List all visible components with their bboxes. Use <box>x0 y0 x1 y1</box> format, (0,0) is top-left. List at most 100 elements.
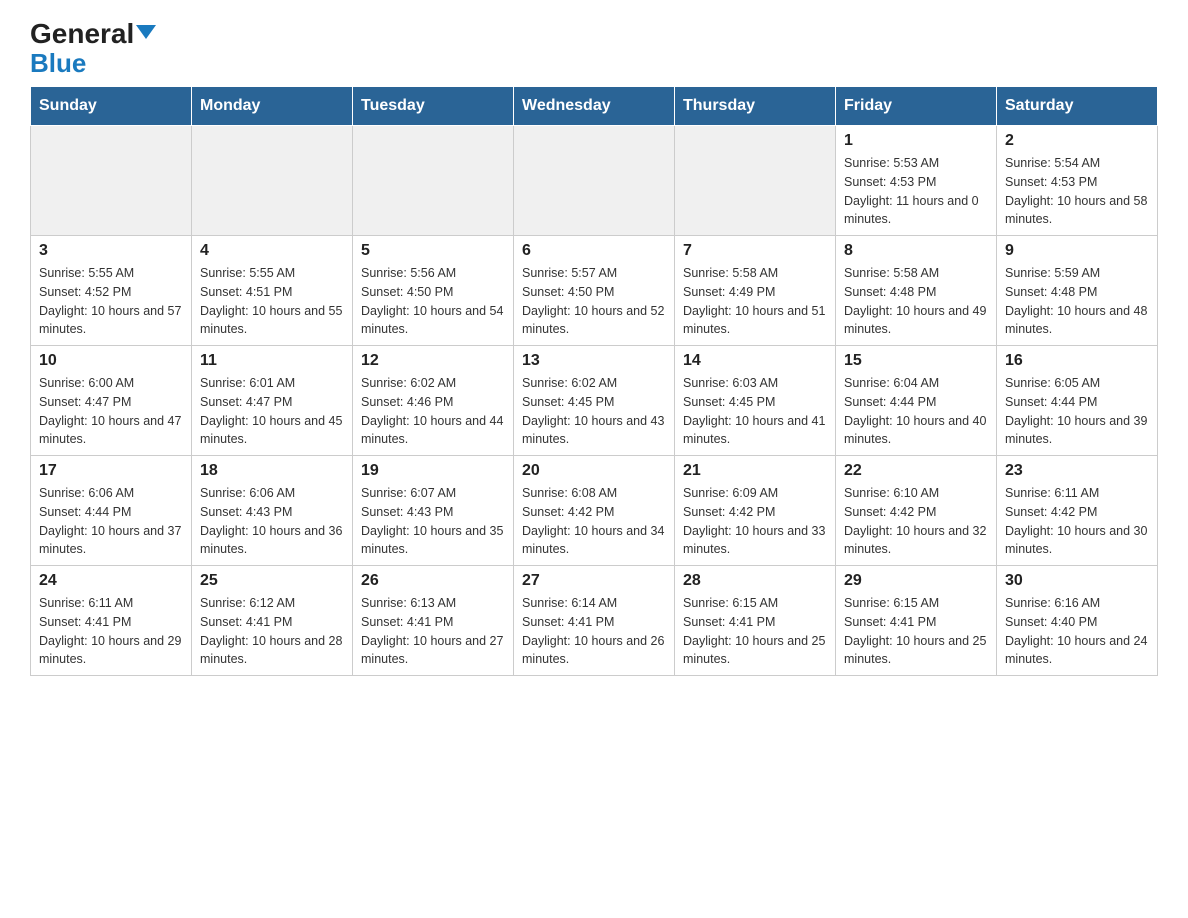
calendar-cell: 21 Sunrise: 6:09 AM Sunset: 4:42 PM Dayli… <box>675 456 836 566</box>
calendar-cell: 28 Sunrise: 6:15 AM Sunset: 4:41 PM Dayli… <box>675 566 836 676</box>
day-number: 30 <box>1005 572 1149 590</box>
calendar-cell: 8 Sunrise: 5:58 AM Sunset: 4:48 PM Daylig… <box>836 236 997 346</box>
header-saturday: Saturday <box>997 87 1158 126</box>
header-tuesday: Tuesday <box>353 87 514 126</box>
week-row-3: 10 Sunrise: 6:00 AM Sunset: 4:47 PM Dayli… <box>31 346 1158 456</box>
page-header: General Blue <box>30 20 1158 76</box>
logo-blue: Blue <box>30 50 86 76</box>
day-info: Sunrise: 5:58 AM Sunset: 4:48 PM Dayligh… <box>844 264 988 339</box>
day-info: Sunrise: 5:56 AM Sunset: 4:50 PM Dayligh… <box>361 264 505 339</box>
calendar-cell: 12 Sunrise: 6:02 AM Sunset: 4:46 PM Dayli… <box>353 346 514 456</box>
calendar-cell: 18Sunrise: 6:06 AM Sunset: 4:43 PM Dayli… <box>192 456 353 566</box>
day-info: Sunrise: 6:10 AM Sunset: 4:42 PM Dayligh… <box>844 484 988 559</box>
calendar-cell: 6 Sunrise: 5:57 AM Sunset: 4:50 PM Daylig… <box>514 236 675 346</box>
day-info: Sunrise: 5:54 AM Sunset: 4:53 PM Dayligh… <box>1005 154 1149 229</box>
day-info: Sunrise: 6:03 AM Sunset: 4:45 PM Dayligh… <box>683 374 827 449</box>
calendar-cell: 16 Sunrise: 6:05 AM Sunset: 4:44 PM Dayli… <box>997 346 1158 456</box>
calendar-cell: 1Sunrise: 5:53 AM Sunset: 4:53 PM Daylig… <box>836 126 997 236</box>
header-monday: Monday <box>192 87 353 126</box>
day-number: 9 <box>1005 242 1149 260</box>
day-number: 23 <box>1005 462 1149 480</box>
calendar-cell: 13 Sunrise: 6:02 AM Sunset: 4:45 PM Dayli… <box>514 346 675 456</box>
day-number: 19 <box>361 462 505 480</box>
calendar-cell: 11 Sunrise: 6:01 AM Sunset: 4:47 PM Dayli… <box>192 346 353 456</box>
day-number: 13 <box>522 352 666 370</box>
logo-triangle-icon <box>136 25 156 39</box>
calendar-cell: 19Sunrise: 6:07 AM Sunset: 4:43 PM Dayli… <box>353 456 514 566</box>
header-friday: Friday <box>836 87 997 126</box>
day-info: Sunrise: 6:15 AM Sunset: 4:41 PM Dayligh… <box>683 594 827 669</box>
weekday-header-row: SundayMondayTuesdayWednesdayThursdayFrid… <box>31 87 1158 126</box>
logo-general: General <box>30 20 156 48</box>
day-number: 15 <box>844 352 988 370</box>
day-info: Sunrise: 6:01 AM Sunset: 4:47 PM Dayligh… <box>200 374 344 449</box>
calendar-cell <box>514 126 675 236</box>
logo: General Blue <box>30 20 156 76</box>
calendar-cell: 15 Sunrise: 6:04 AM Sunset: 4:44 PM Dayli… <box>836 346 997 456</box>
calendar-cell: 26Sunrise: 6:13 AM Sunset: 4:41 PM Dayli… <box>353 566 514 676</box>
day-number: 12 <box>361 352 505 370</box>
week-row-2: 3 Sunrise: 5:55 AM Sunset: 4:52 PM Daylig… <box>31 236 1158 346</box>
day-number: 25 <box>200 572 344 590</box>
calendar-cell: 27 Sunrise: 6:14 AM Sunset: 4:41 PM Dayli… <box>514 566 675 676</box>
day-info: Sunrise: 6:02 AM Sunset: 4:46 PM Dayligh… <box>361 374 505 449</box>
header-wednesday: Wednesday <box>514 87 675 126</box>
calendar-cell: 30 Sunrise: 6:16 AM Sunset: 4:40 PM Dayli… <box>997 566 1158 676</box>
day-number: 2 <box>1005 132 1149 150</box>
day-number: 8 <box>844 242 988 260</box>
day-number: 5 <box>361 242 505 260</box>
day-info: Sunrise: 5:58 AM Sunset: 4:49 PM Dayligh… <box>683 264 827 339</box>
day-number: 1 <box>844 132 988 150</box>
calendar-cell: 10 Sunrise: 6:00 AM Sunset: 4:47 PM Dayli… <box>31 346 192 456</box>
day-info: Sunrise: 6:00 AM Sunset: 4:47 PM Dayligh… <box>39 374 183 449</box>
calendar-cell: 3 Sunrise: 5:55 AM Sunset: 4:52 PM Daylig… <box>31 236 192 346</box>
header-sunday: Sunday <box>31 87 192 126</box>
day-info: Sunrise: 6:06 AM Sunset: 4:43 PM Dayligh… <box>200 484 344 559</box>
day-number: 29 <box>844 572 988 590</box>
calendar-cell: 14Sunrise: 6:03 AM Sunset: 4:45 PM Dayli… <box>675 346 836 456</box>
day-number: 7 <box>683 242 827 260</box>
week-row-1: 1Sunrise: 5:53 AM Sunset: 4:53 PM Daylig… <box>31 126 1158 236</box>
week-row-4: 17 Sunrise: 6:06 AM Sunset: 4:44 PM Dayli… <box>31 456 1158 566</box>
calendar-cell: 9 Sunrise: 5:59 AM Sunset: 4:48 PM Daylig… <box>997 236 1158 346</box>
day-info: Sunrise: 6:13 AM Sunset: 4:41 PM Dayligh… <box>361 594 505 669</box>
calendar-cell: 2 Sunrise: 5:54 AM Sunset: 4:53 PM Daylig… <box>997 126 1158 236</box>
day-info: Sunrise: 6:12 AM Sunset: 4:41 PM Dayligh… <box>200 594 344 669</box>
day-number: 24 <box>39 572 183 590</box>
day-info: Sunrise: 5:55 AM Sunset: 4:51 PM Dayligh… <box>200 264 344 339</box>
day-number: 10 <box>39 352 183 370</box>
day-number: 16 <box>1005 352 1149 370</box>
day-number: 21 <box>683 462 827 480</box>
calendar-cell: 20 Sunrise: 6:08 AM Sunset: 4:42 PM Dayli… <box>514 456 675 566</box>
day-info: Sunrise: 6:06 AM Sunset: 4:44 PM Dayligh… <box>39 484 183 559</box>
calendar-cell <box>31 126 192 236</box>
day-number: 3 <box>39 242 183 260</box>
day-info: Sunrise: 6:11 AM Sunset: 4:41 PM Dayligh… <box>39 594 183 669</box>
day-info: Sunrise: 5:59 AM Sunset: 4:48 PM Dayligh… <box>1005 264 1149 339</box>
day-number: 20 <box>522 462 666 480</box>
day-info: Sunrise: 6:02 AM Sunset: 4:45 PM Dayligh… <box>522 374 666 449</box>
day-number: 28 <box>683 572 827 590</box>
day-info: Sunrise: 6:11 AM Sunset: 4:42 PM Dayligh… <box>1005 484 1149 559</box>
day-info: Sunrise: 6:16 AM Sunset: 4:40 PM Dayligh… <box>1005 594 1149 669</box>
day-info: Sunrise: 6:14 AM Sunset: 4:41 PM Dayligh… <box>522 594 666 669</box>
calendar-cell: 24 Sunrise: 6:11 AM Sunset: 4:41 PM Dayli… <box>31 566 192 676</box>
calendar-cell: 29Sunrise: 6:15 AM Sunset: 4:41 PM Dayli… <box>836 566 997 676</box>
day-number: 27 <box>522 572 666 590</box>
week-row-5: 24 Sunrise: 6:11 AM Sunset: 4:41 PM Dayli… <box>31 566 1158 676</box>
day-info: Sunrise: 6:09 AM Sunset: 4:42 PM Dayligh… <box>683 484 827 559</box>
day-number: 22 <box>844 462 988 480</box>
calendar-cell: 5 Sunrise: 5:56 AM Sunset: 4:50 PM Daylig… <box>353 236 514 346</box>
day-info: Sunrise: 6:04 AM Sunset: 4:44 PM Dayligh… <box>844 374 988 449</box>
calendar-cell <box>675 126 836 236</box>
calendar-cell: 17 Sunrise: 6:06 AM Sunset: 4:44 PM Dayli… <box>31 456 192 566</box>
day-info: Sunrise: 5:57 AM Sunset: 4:50 PM Dayligh… <box>522 264 666 339</box>
calendar-cell: 7 Sunrise: 5:58 AM Sunset: 4:49 PM Daylig… <box>675 236 836 346</box>
day-number: 17 <box>39 462 183 480</box>
header-thursday: Thursday <box>675 87 836 126</box>
day-info: Sunrise: 5:55 AM Sunset: 4:52 PM Dayligh… <box>39 264 183 339</box>
day-number: 11 <box>200 352 344 370</box>
day-number: 6 <box>522 242 666 260</box>
day-info: Sunrise: 6:08 AM Sunset: 4:42 PM Dayligh… <box>522 484 666 559</box>
day-info: Sunrise: 6:05 AM Sunset: 4:44 PM Dayligh… <box>1005 374 1149 449</box>
